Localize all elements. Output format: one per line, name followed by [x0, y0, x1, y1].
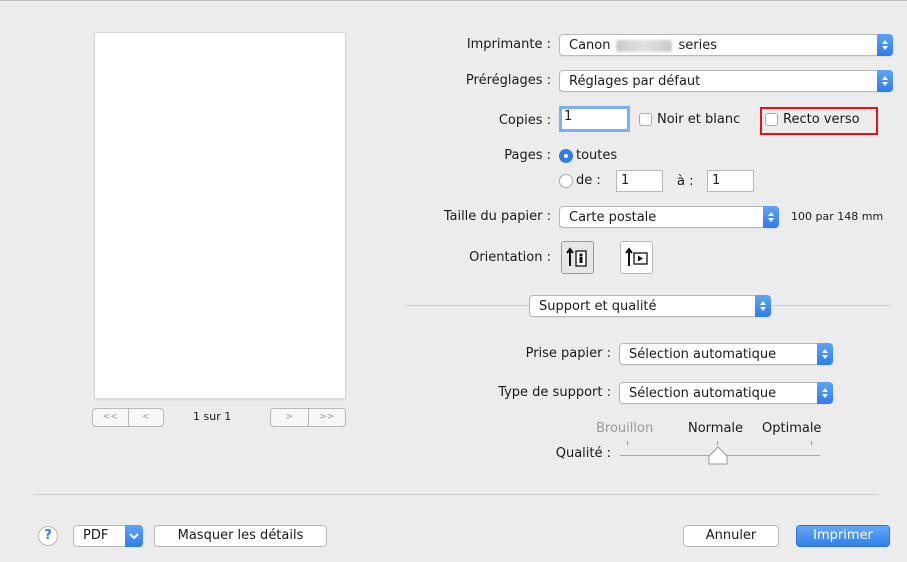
popup-arrows-icon: [877, 70, 893, 92]
duplex-label: Recto verso: [783, 112, 860, 127]
paper-size-label: Taille du papier :: [443, 209, 551, 224]
copies-field[interactable]: 1: [559, 106, 630, 132]
printer-name-prefix: Canon: [569, 38, 611, 53]
presets-label: Préréglages :: [465, 73, 551, 88]
quality-option-normal: Normale: [688, 421, 744, 436]
black-white-label: Noir et blanc: [657, 112, 741, 127]
pdf-menu-button[interactable]: PDF: [73, 525, 143, 547]
paper-source-label: Prise papier :: [525, 346, 611, 361]
page-preview: [95, 33, 345, 398]
pages-from-field[interactable]: 1: [616, 170, 663, 192]
paper-size-select[interactable]: Carte postale: [559, 206, 779, 228]
pages-all-label: toutes: [576, 148, 618, 163]
paper-source-select[interactable]: Sélection automatique: [619, 343, 833, 365]
duplex-checkbox[interactable]: Recto verso: [765, 112, 860, 127]
section-value: Support et qualité: [539, 299, 657, 314]
copies-label: Copies :: [498, 113, 551, 128]
section-select[interactable]: Support et qualité: [529, 295, 771, 317]
black-white-checkbox[interactable]: Noir et blanc: [639, 112, 740, 127]
portrait-orientation-button[interactable]: [561, 241, 594, 274]
printer-select[interactable]: Canon series: [559, 34, 893, 56]
next-page-button[interactable]: >: [271, 409, 308, 426]
print-button[interactable]: Imprimer: [796, 525, 890, 547]
quality-label: Qualité :: [555, 446, 611, 461]
printer-value: Canon series: [569, 38, 717, 53]
cancel-button[interactable]: Annuler: [683, 525, 779, 547]
chevron-down-icon: [125, 525, 143, 547]
pdf-label: PDF: [83, 528, 109, 543]
quality-option-draft: Brouillon: [596, 421, 654, 436]
redacted-model: [616, 39, 673, 52]
pages-all-radio[interactable]: toutes: [559, 148, 617, 163]
printer-label: Imprimante :: [466, 37, 551, 52]
quality-tick-normal: [717, 441, 718, 445]
popup-arrows-icon: [817, 382, 833, 404]
orientation-label: Orientation :: [469, 250, 551, 265]
preview-nav-forward: > >>: [270, 408, 346, 427]
paper-size-value: Carte postale: [569, 210, 657, 225]
radio-unselected-icon: [559, 173, 573, 188]
landscape-orientation-button[interactable]: [620, 241, 653, 274]
presets-select[interactable]: Réglages par défaut: [559, 70, 893, 92]
presets-value: Réglages par défaut: [569, 74, 701, 89]
last-page-button[interactable]: >>: [307, 409, 346, 426]
printer-name-suffix: series: [678, 38, 717, 53]
quality-slider-thumb[interactable]: [707, 446, 729, 466]
window-top-border: [0, 0, 907, 1]
pages-range-radio[interactable]: de :: [559, 173, 601, 188]
popup-arrows-icon: [755, 295, 771, 317]
media-type-value: Sélection automatique: [629, 386, 777, 401]
hide-details-button[interactable]: Masquer les détails: [154, 525, 327, 547]
pages-label: Pages :: [504, 148, 551, 163]
footer-separator: [33, 494, 879, 495]
preview-nav-back: << <: [92, 408, 164, 427]
page-count-label: 1 sur 1: [193, 410, 232, 423]
pages-to-label: à :: [677, 174, 694, 189]
radio-selected-icon: [559, 148, 573, 163]
checkbox-box: [639, 113, 652, 126]
help-button[interactable]: ?: [38, 526, 58, 546]
quality-option-best: Optimale: [762, 421, 822, 436]
quality-tick-best: [811, 441, 812, 445]
popup-arrows-icon: [877, 34, 893, 56]
popup-arrows-icon: [817, 343, 833, 365]
checkbox-box: [765, 113, 778, 126]
popup-arrows-icon: [763, 206, 779, 228]
paper-source-value: Sélection automatique: [629, 347, 777, 362]
landscape-icon: [625, 247, 648, 266]
pages-to-field[interactable]: 1: [707, 170, 754, 192]
pages-from-label: de :: [576, 173, 601, 188]
quality-tick-draft: [627, 441, 628, 445]
previous-page-button[interactable]: <: [127, 409, 164, 426]
paper-dimensions: 100 par 148 mm: [791, 210, 884, 223]
media-type-label: Type de support :: [498, 385, 611, 400]
media-type-select[interactable]: Sélection automatique: [619, 382, 833, 404]
first-page-button[interactable]: <<: [93, 409, 128, 426]
portrait-icon: [566, 247, 587, 267]
